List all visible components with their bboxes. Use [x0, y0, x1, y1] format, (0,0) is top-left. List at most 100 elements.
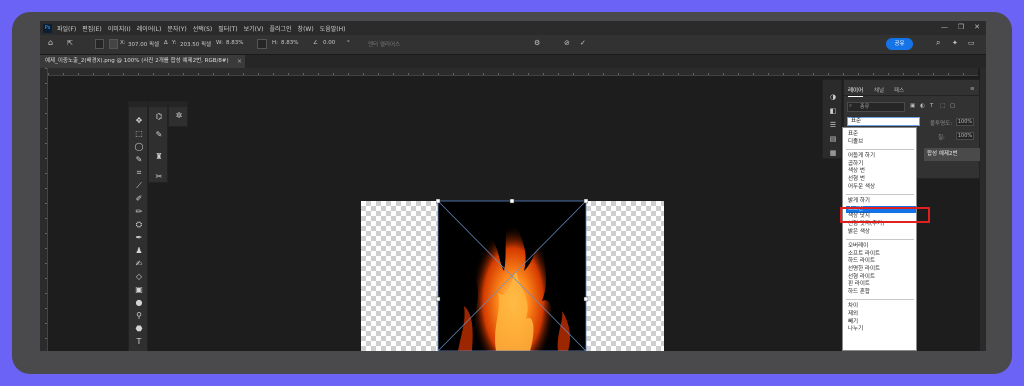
blend-mode-option[interactable]: 하드 혼합 — [846, 289, 916, 297]
filter-type-icon[interactable]: T — [930, 103, 933, 109]
blend-mode-option[interactable]: 오버레이 — [846, 243, 916, 251]
blend-mode-select[interactable]: 표준 — [847, 117, 920, 126]
blend-mode-option[interactable]: 차이 — [846, 303, 916, 311]
properties-icon[interactable]: ◧ — [827, 106, 839, 116]
y-value-field[interactable]: 203.50 픽셀 — [180, 40, 211, 48]
gradient-tool-icon[interactable]: ▣ — [133, 285, 145, 295]
quick-select-tool-icon[interactable]: ✎ — [133, 155, 145, 165]
search-icon[interactable]: ⌕ — [936, 38, 940, 48]
document-tab[interactable]: 예제_이중노출_2(배경X).png @ 100% (사진 2개를 합성 예제2… — [40, 55, 245, 68]
menu-image[interactable]: 이미지(I) — [108, 24, 131, 33]
share-button[interactable]: 공유 — [886, 38, 913, 50]
handle-middle-left[interactable] — [436, 296, 441, 302]
blend-mode-option[interactable]: 나누기 — [846, 326, 916, 334]
history-brush-tool-icon[interactable]: ✒ — [133, 233, 145, 243]
stamp-tool-icon[interactable]: ♟ — [133, 246, 145, 256]
blend-mode-option[interactable]: 제외 — [846, 311, 916, 319]
angle-value-field[interactable]: 0.00 — [323, 40, 335, 46]
blend-mode-option[interactable]: 어두운 색상 — [846, 184, 916, 192]
eyedropper-tool-icon[interactable]: ⟋ — [133, 181, 145, 191]
blend-mode-option[interactable]: 핀 라이트 — [846, 281, 916, 289]
handle-middle-right[interactable] — [583, 296, 588, 302]
restore-icon[interactable]: ❐ — [958, 23, 964, 31]
reference-point-checkbox[interactable] — [95, 39, 104, 49]
blend-mode-option[interactable]: 선형 번 — [846, 176, 916, 184]
healing-brush-tool-icon[interactable]: ✐ — [133, 194, 145, 204]
x-value-field[interactable]: 307.00 픽셀 — [128, 40, 159, 48]
marquee-tool-icon[interactable]: ⬚ — [133, 129, 145, 139]
blend-mode-option[interactable]: 색상 번 — [846, 168, 916, 176]
menu-view[interactable]: 보기(V) — [244, 24, 264, 33]
transform-tool-icon[interactable]: ⇱ — [67, 39, 73, 47]
menu-layer[interactable]: 레이어(L) — [137, 24, 162, 33]
filter-smart-icon[interactable]: ▢ — [950, 103, 955, 109]
fill-input[interactable]: 100% — [956, 132, 974, 140]
menu-file[interactable]: 파일(F) — [57, 24, 76, 33]
tab-paths[interactable]: 패스 — [894, 86, 904, 94]
swatches-icon[interactable]: ▦ — [827, 148, 839, 158]
lasso-tool-icon[interactable]: ◯ — [133, 142, 145, 152]
blend-mode-option[interactable]: 표준 — [846, 131, 916, 139]
close-icon[interactable]: ✕ — [974, 23, 980, 31]
home-icon[interactable]: ⌂ — [48, 38, 53, 47]
eraser-tool-icon[interactable]: ◇ — [133, 272, 145, 282]
cancel-transform-icon[interactable]: ⊘ — [564, 39, 570, 47]
panel-menu-icon[interactable]: ≡ — [970, 86, 975, 92]
workspace-icon[interactable]: ▭ — [968, 39, 975, 47]
blend-mode-option[interactable]: 선명한 라이트 — [846, 266, 916, 274]
color-icon[interactable]: ◑ — [827, 92, 839, 102]
menu-window[interactable]: 창(W) — [298, 24, 314, 33]
menu-plugins[interactable]: 플러그인 — [269, 24, 291, 33]
pen-tool-icon[interactable]: ⬣ — [133, 324, 145, 334]
delta-icon[interactable]: ∆ — [164, 40, 168, 46]
menu-help[interactable]: 도움말(H) — [320, 24, 346, 33]
asterisk-icon[interactable]: ✲ — [173, 111, 185, 121]
handle-top-center[interactable] — [509, 199, 515, 204]
minimize-icon[interactable]: — — [941, 23, 948, 31]
filter-adjust-icon[interactable]: ◐ — [920, 103, 925, 109]
tab-layers[interactable]: 레이어 — [848, 86, 864, 97]
handle-top-left[interactable] — [436, 199, 441, 204]
filter-pixel-icon[interactable]: ▣ — [910, 103, 915, 109]
crop-tool-icon[interactable]: ⌗ — [133, 168, 145, 178]
brush-settings-icon[interactable]: ✎ — [153, 130, 165, 140]
panel-header[interactable] — [149, 102, 167, 107]
menu-type[interactable]: 문자(Y) — [167, 24, 186, 33]
blur-tool-icon[interactable]: ● — [133, 298, 145, 308]
type-tool-icon[interactable]: T — [133, 337, 145, 347]
clone-stamp-tool-icon[interactable]: ⛭ — [133, 220, 145, 230]
art-history-tool-icon[interactable]: ✍ — [133, 259, 145, 269]
dodge-tool-icon[interactable]: ⚲ — [133, 311, 145, 321]
blend-mode-option[interactable]: 밝은 색상 — [846, 229, 916, 237]
tab-channels[interactable]: 채널 — [874, 86, 884, 94]
blend-mode-option[interactable]: 디졸브 — [846, 139, 916, 147]
menu-edit[interactable]: 편집(E) — [82, 24, 102, 33]
blend-mode-option[interactable]: 하드 라이트 — [846, 258, 916, 266]
menu-filter[interactable]: 필터(T) — [218, 24, 237, 33]
adjustments-icon[interactable]: ☰ — [827, 120, 839, 130]
commit-transform-icon[interactable]: ✓ — [580, 39, 586, 47]
blend-mode-option[interactable]: 밝게 하기 — [846, 198, 916, 206]
history-icon[interactable]: ⌬ — [153, 112, 165, 122]
blend-mode-option[interactable]: 어둡게 하기 — [846, 153, 916, 161]
reference-point-grid-icon[interactable] — [109, 39, 118, 49]
menu-select[interactable]: 선택(S) — [193, 24, 213, 33]
close-tab-icon[interactable]: × — [237, 55, 242, 68]
warp-icon[interactable]: ⚙ — [534, 39, 540, 47]
move-tool-icon[interactable]: ✥ — [133, 116, 145, 126]
opacity-input[interactable]: 100% — [956, 118, 974, 126]
brush-tool-icon[interactable]: ✏ — [133, 207, 145, 217]
layer-filter-select[interactable]: 종류 — [847, 102, 905, 112]
panel-header-b[interactable] — [169, 102, 187, 107]
tools-panel-header[interactable] — [129, 102, 147, 107]
h-value-field[interactable]: 8.83% — [281, 40, 298, 46]
filter-shape-icon[interactable]: ⬚ — [940, 103, 945, 109]
tools-crossed-icon[interactable]: ✂ — [153, 172, 165, 182]
w-value-field[interactable]: 8.83% — [226, 40, 243, 46]
link-icon[interactable] — [257, 39, 267, 49]
handle-top-right[interactable] — [583, 199, 588, 204]
people-icon[interactable]: ♜ — [153, 152, 165, 162]
discover-icon[interactable]: ✦ — [952, 39, 958, 47]
layer-row[interactable]: 합성 예제2번 — [924, 148, 980, 161]
libraries-icon[interactable]: ▤ — [827, 134, 839, 144]
